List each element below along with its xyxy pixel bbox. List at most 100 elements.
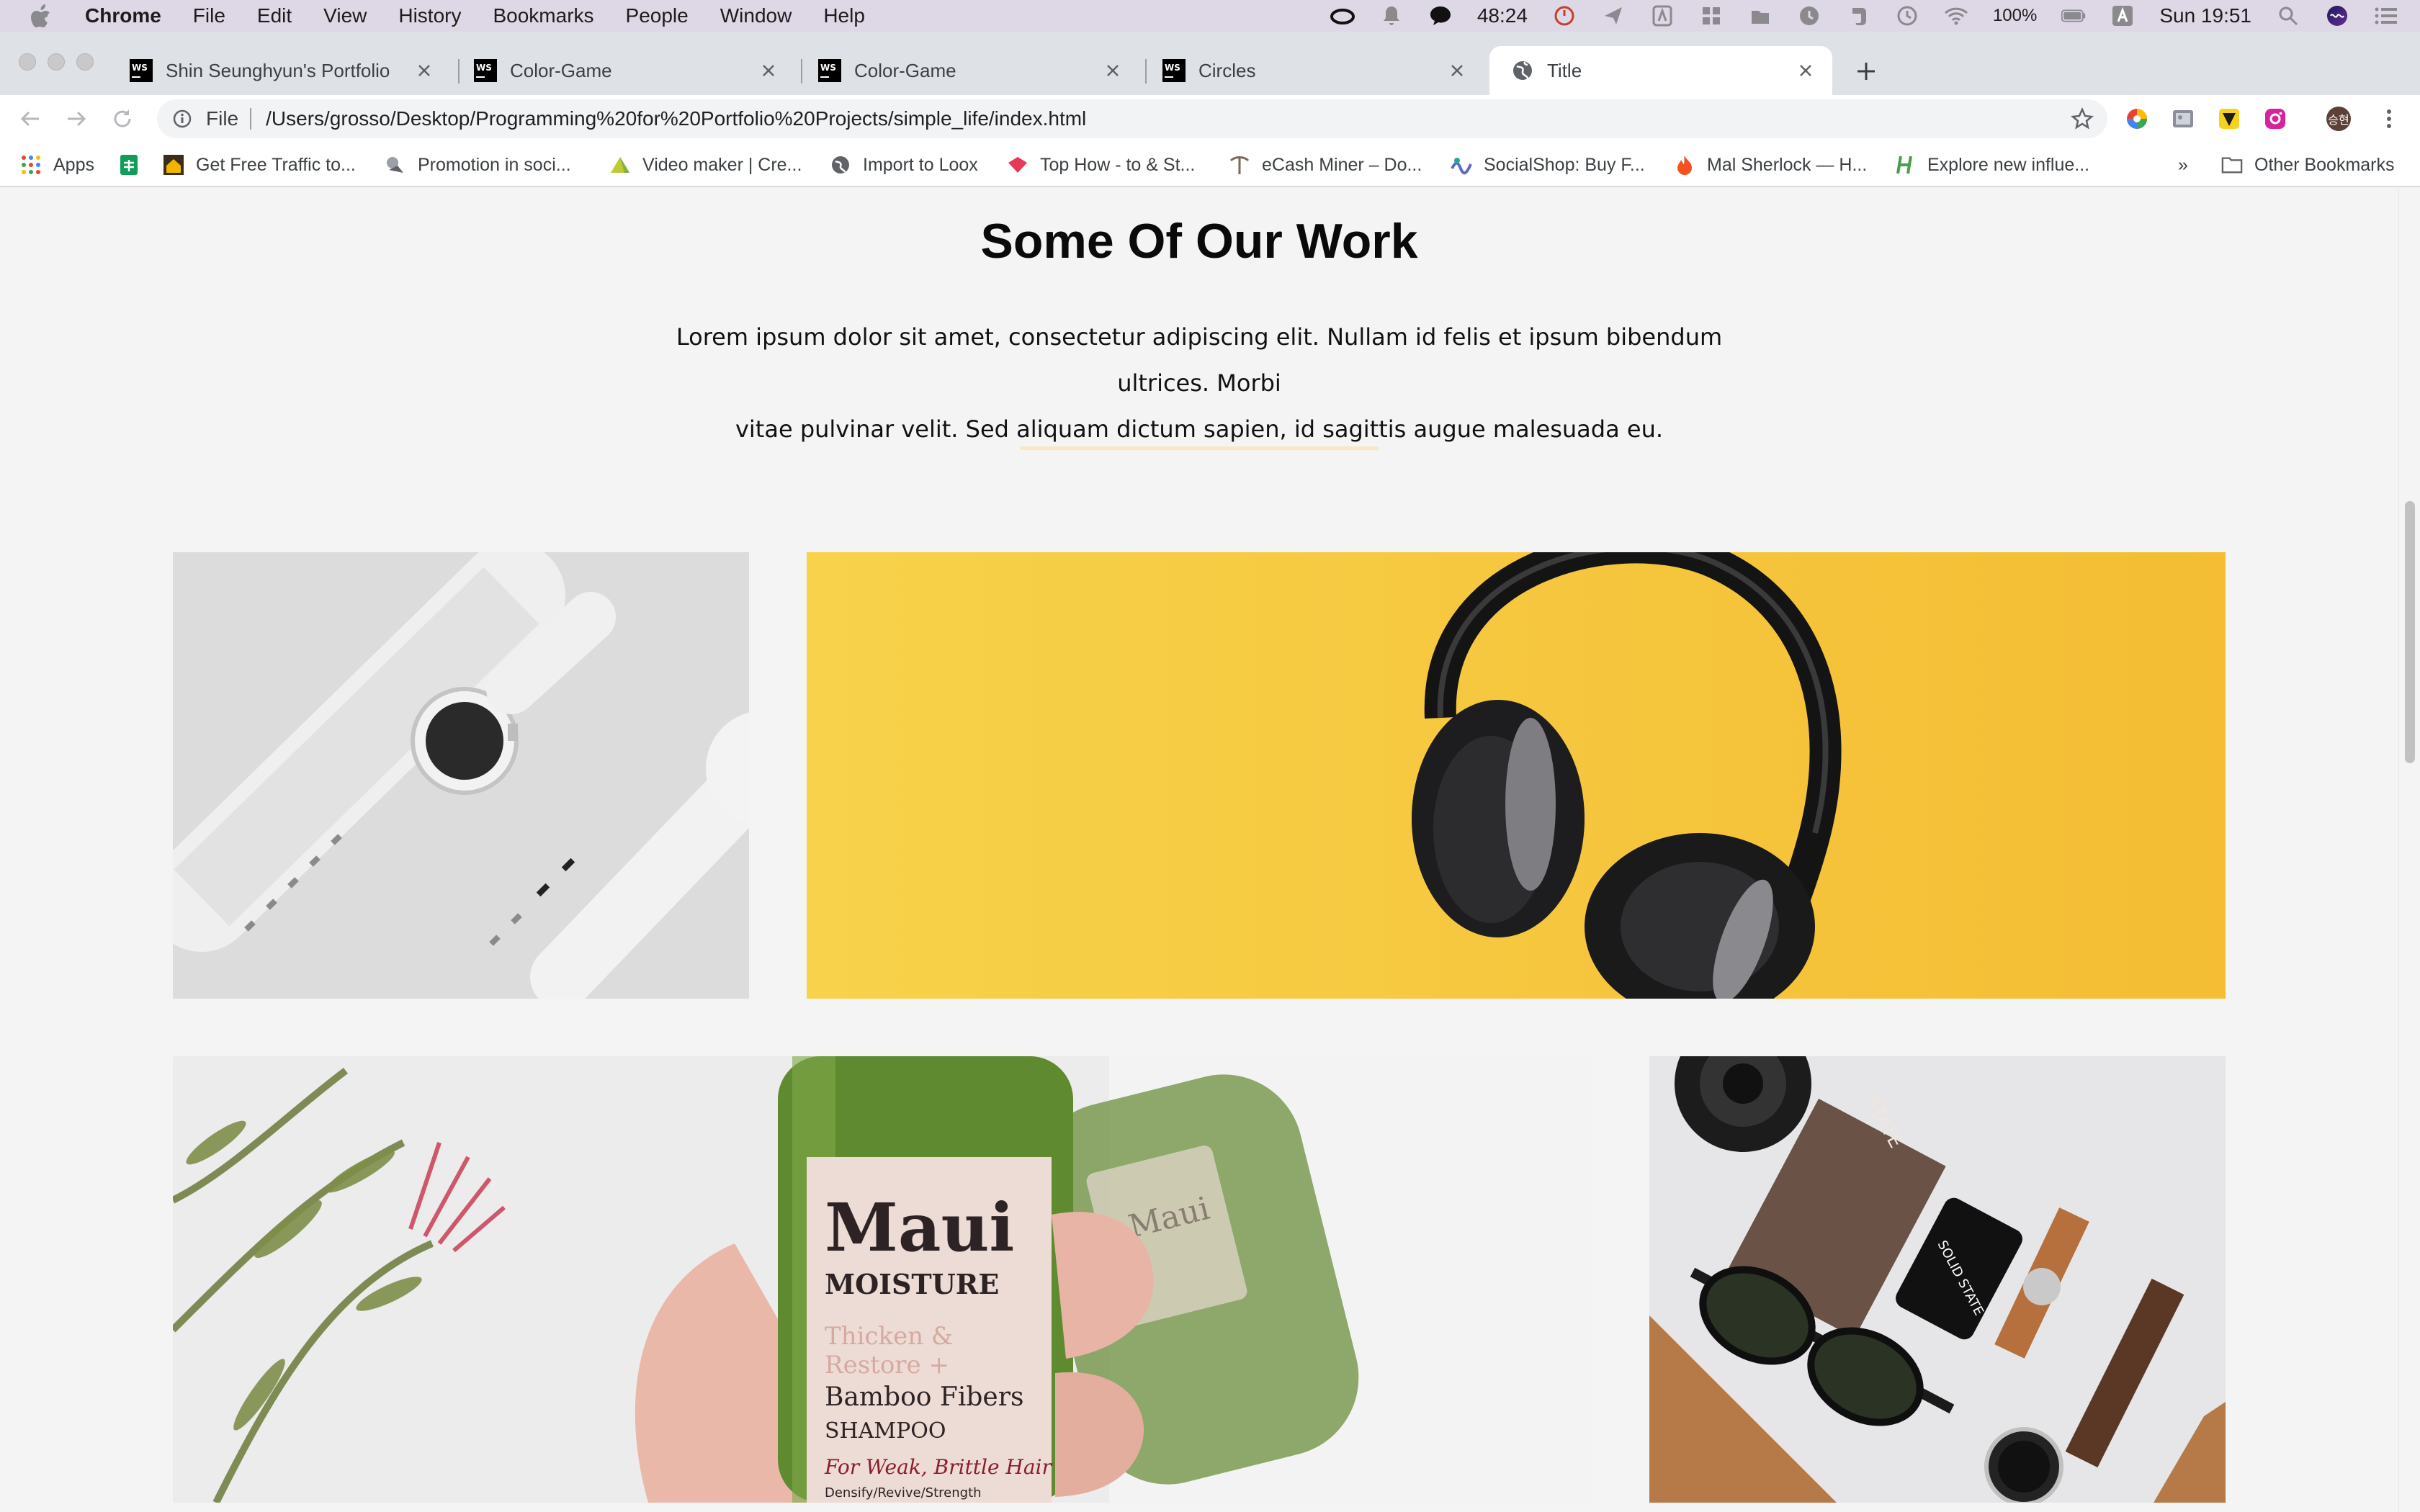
tab-close-icon[interactable] (758, 60, 779, 81)
bookmark-label: Import to Loox (863, 154, 978, 175)
bottle-brand: Maui (825, 1189, 1014, 1266)
menu-window[interactable]: Window (720, 4, 792, 27)
description-line-2: vitae pulvinar velit. Sed aliquam dictum… (735, 415, 1664, 443)
notification-bell-icon[interactable] (1379, 4, 1404, 28)
instagram-extension-icon[interactable] (2263, 107, 2287, 131)
tab-close-icon[interactable] (1446, 60, 1468, 81)
bookmarks-bar: Apps Get Free Traffic to... Promotion in… (0, 143, 2420, 187)
tab-close-icon[interactable] (1102, 60, 1124, 81)
bottle-line-2: Restore + (825, 1351, 949, 1380)
gallery-image-smartwatch[interactable] (173, 552, 749, 999)
menu-bookmarks[interactable]: Bookmarks (493, 4, 593, 27)
page-scrollbar[interactable] (2398, 189, 2420, 1512)
url-scheme-label: File (206, 107, 239, 130)
bookmark-label: Video maker | Cre... (642, 154, 802, 175)
grid-app-icon[interactable] (1699, 4, 1724, 28)
bookmark-promotion[interactable]: Promotion in soci... (385, 153, 571, 177)
gallery-image-flatlay[interactable]: STATE SOLID STATE (1649, 1056, 2226, 1503)
webstorm-icon: WS (474, 59, 497, 82)
profile-avatar[interactable]: 승현 (2326, 107, 2351, 131)
send-icon[interactable] (1601, 4, 1626, 28)
window-close-button[interactable] (19, 53, 36, 71)
tab-color-game-2[interactable]: WS Color-Game (797, 46, 1139, 95)
url-text[interactable]: /Users/grosso/Desktop/Programming%20for%… (266, 107, 1086, 130)
back-button[interactable] (17, 106, 43, 132)
svg-text:WS: WS (1165, 63, 1180, 73)
screenshot-extension-icon[interactable] (2171, 107, 2195, 131)
browser-toolbar: File /Users/grosso/Desktop/Programming%2… (0, 95, 2420, 143)
bookmark-ecash-miner[interactable]: eCash Miner – Do... (1229, 153, 1422, 177)
wifi-icon[interactable] (1944, 4, 1968, 28)
time-machine-icon[interactable] (1895, 4, 1919, 28)
new-tab-button[interactable] (1854, 59, 1878, 84)
notification-center-icon[interactable] (2374, 4, 2398, 28)
menu-history[interactable]: History (398, 4, 461, 27)
bookmark-star-icon[interactable] (2070, 107, 2094, 131)
bookmark-video-maker[interactable]: Video maker | Cre... (609, 153, 802, 177)
h-logo-icon (1894, 154, 1916, 176)
chrome-menu-icon[interactable] (2377, 107, 2401, 131)
info-icon[interactable] (171, 108, 193, 130)
url-divider (250, 108, 252, 130)
battery-percent: 100% (1992, 6, 2038, 25)
address-bar[interactable]: File /Users/grosso/Desktop/Programming%2… (157, 99, 2107, 138)
bookmark-mal-sherlock[interactable]: Mal Sherlock — H... (1674, 153, 1867, 177)
webstorm-icon: WS (1162, 59, 1186, 82)
drive-icon[interactable] (1748, 4, 1773, 28)
bookmark-explore-influencers[interactable]: Explore new influe... (1894, 153, 2089, 177)
promo-icon (385, 154, 406, 176)
google-sheets-icon (118, 154, 140, 176)
text-app-icon[interactable] (1650, 4, 1675, 28)
gallery-image-shampoo[interactable]: Maui Maui MOISTURE Thicken & Restore + B… (173, 1056, 1592, 1503)
chat-bubble-icon[interactable] (1428, 4, 1453, 28)
evernote-icon[interactable] (1846, 4, 1870, 28)
color-picker-extension-icon[interactable] (2125, 107, 2149, 131)
battery-icon[interactable] (2061, 4, 2086, 28)
input-source-icon[interactable] (2110, 4, 2135, 28)
creative-cloud-icon[interactable] (1330, 4, 1355, 28)
menu-bar-status-area: 48:24 100% Sun 19:51 (1330, 0, 2398, 32)
bookmark-loox[interactable]: Import to Loox (830, 153, 978, 177)
wave-icon (1451, 154, 1472, 176)
bottle-line-5: For Weak, Brittle Hair (824, 1455, 1052, 1479)
description-line-1: Lorem ipsum dolor sit amet, consectetur … (676, 323, 1723, 397)
tab-color-game-1[interactable]: WS Color-Game (452, 46, 795, 95)
scrollbar-thumb[interactable] (2405, 501, 2415, 763)
diamond-icon (1007, 154, 1028, 176)
other-bookmarks[interactable]: Other Bookmarks (2221, 153, 2395, 177)
menu-view[interactable]: View (323, 4, 367, 27)
bookmark-sheets[interactable] (118, 153, 151, 177)
reload-button[interactable] (109, 106, 135, 132)
menu-app-chrome[interactable]: Chrome (85, 4, 161, 27)
timer-icon[interactable] (1552, 4, 1577, 28)
spotlight-search-icon[interactable] (2276, 4, 2300, 28)
vpn-extension-icon[interactable] (2217, 107, 2241, 131)
bookmark-label: Promotion in soci... (418, 154, 571, 175)
tab-portfolio[interactable]: WS Shin Seunghyun's Portfolio (108, 46, 451, 95)
forward-button[interactable] (63, 106, 89, 132)
tab-circles[interactable]: WS Circles (1141, 46, 1484, 95)
moon-clock-icon[interactable] (1797, 4, 1821, 28)
menu-edit[interactable]: Edit (257, 4, 292, 27)
menu-file[interactable]: File (193, 4, 225, 27)
bookmark-apps[interactable]: Apps (20, 153, 94, 177)
clock-text[interactable]: Sun 19:51 (2159, 4, 2251, 27)
gallery-image-headphones[interactable] (807, 552, 2226, 999)
tab-close-icon[interactable] (1795, 60, 1816, 81)
window-minimize-button[interactable] (48, 53, 65, 71)
bookmark-free-traffic[interactable]: Get Free Traffic to... (163, 153, 356, 177)
bookmarks-overflow-button[interactable]: » (2178, 153, 2188, 177)
bookmark-top-how-to[interactable]: Top How - to & St... (1007, 153, 1195, 177)
macos-menu-bar: Chrome File Edit View History Bookmarks … (0, 0, 2420, 32)
menu-help[interactable]: Help (823, 4, 865, 27)
menu-people[interactable]: People (626, 4, 689, 27)
tab-title-active[interactable]: Title (1489, 46, 1832, 95)
apple-icon[interactable] (29, 4, 53, 28)
window-zoom-button[interactable] (76, 53, 94, 71)
svg-text:WS: WS (476, 63, 492, 73)
bookmark-socialshop[interactable]: SocialShop: Buy F... (1451, 153, 1645, 177)
video-maker-icon (609, 154, 631, 176)
tab-close-icon[interactable] (413, 60, 435, 81)
section-title: Some Of Our Work (980, 214, 1418, 269)
siri-icon[interactable] (2325, 4, 2349, 28)
